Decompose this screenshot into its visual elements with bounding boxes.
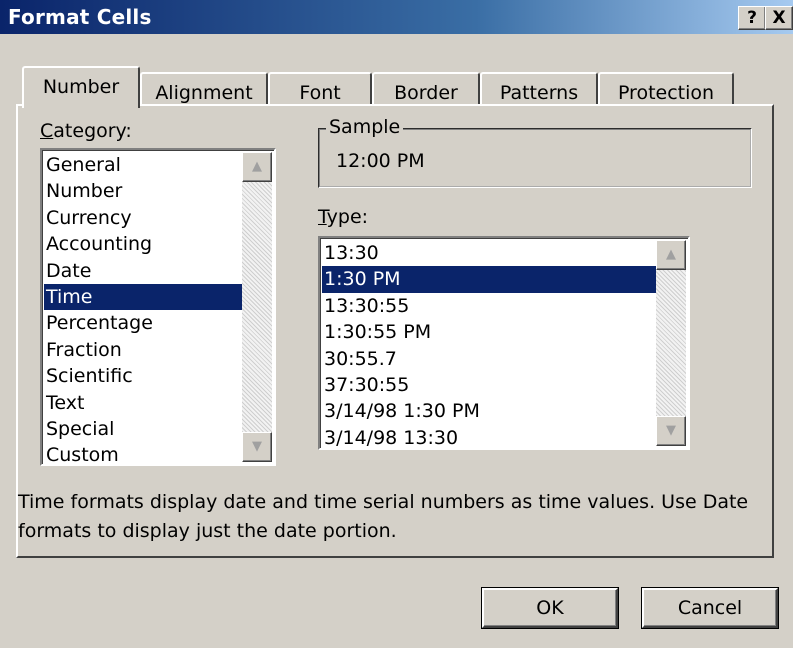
category-item-custom[interactable]: Custom [44,442,244,468]
type-item-selected[interactable]: 1:30 PM [322,266,656,293]
scroll-down-arrow-icon[interactable]: ▼ [242,432,272,462]
type-item[interactable]: 13:30:55 [322,293,656,319]
category-items: General Number Currency Accounting Date … [44,152,244,469]
category-listbox[interactable]: General Number Currency Accounting Date … [40,148,276,466]
type-scrollbar[interactable]: ▲ ▼ [656,240,686,446]
cancel-button[interactable]: Cancel [642,588,778,628]
category-scrollbar[interactable]: ▲ ▼ [242,152,272,462]
category-item-number[interactable]: Number [44,178,244,204]
type-item[interactable]: 3/14/98 1:30 PM [322,398,656,424]
tab-protection[interactable]: Protection [598,72,734,106]
help-button[interactable]: ? [738,6,766,30]
title-bar: Format Cells ? X [0,0,793,34]
sample-label: Sample [326,116,404,138]
tab-border[interactable]: Border [372,72,480,106]
tab-patterns[interactable]: Patterns [480,72,598,106]
ok-button[interactable]: OK [482,588,618,628]
close-button[interactable]: X [765,6,793,30]
category-item-scientific[interactable]: Scientific [44,363,244,389]
category-item-general[interactable]: General [44,152,244,178]
type-listbox[interactable]: 13:30 1:30 PM 13:30:55 1:30:55 PM 30:55.… [318,236,690,450]
window-title: Format Cells [8,5,152,29]
category-item-fraction[interactable]: Fraction [44,337,244,363]
scroll-down-arrow-icon[interactable]: ▼ [656,416,686,446]
category-item-date[interactable]: Date [44,258,244,284]
type-label: Type: [318,206,369,228]
type-item[interactable]: 1:30:55 PM [322,319,656,345]
type-item[interactable]: 37:30:55 [322,372,656,398]
category-label: Category: [40,120,132,142]
tab-number[interactable]: Number [22,66,140,108]
type-item[interactable]: 3/14/98 13:30 [322,425,656,451]
type-items: 13:30 1:30 PM 13:30:55 1:30:55 PM 30:55.… [322,240,656,451]
sample-value: 12:00 PM [336,150,425,172]
scroll-up-arrow-icon[interactable]: ▲ [656,240,686,270]
format-cells-dialog: Format Cells ? X Number Alignment Font B… [0,0,793,648]
category-item-currency[interactable]: Currency [44,205,244,231]
format-description: Time formats display date and time seria… [18,491,749,542]
category-item-special[interactable]: Special [44,416,244,442]
tab-alignment[interactable]: Alignment [140,72,268,106]
category-item-time[interactable]: Time [44,283,244,311]
category-item-text[interactable]: Text [44,390,244,416]
type-item[interactable]: 30:55.7 [322,346,656,372]
type-item[interactable]: 13:30 [322,240,656,266]
tab-font[interactable]: Font [268,72,372,106]
category-item-accounting[interactable]: Accounting [44,231,244,257]
scroll-up-arrow-icon[interactable]: ▲ [242,152,272,182]
category-item-percentage[interactable]: Percentage [44,310,244,336]
